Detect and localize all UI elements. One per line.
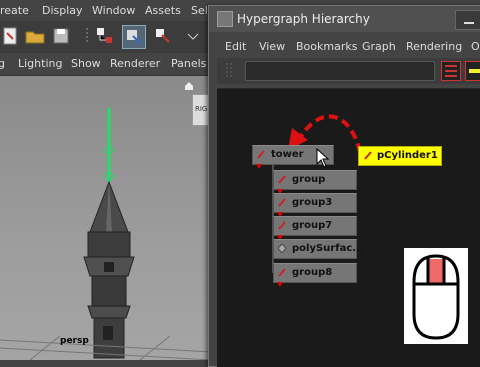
transform-icon bbox=[278, 175, 286, 184]
panel-menu-shading[interactable]: g bbox=[0, 57, 5, 70]
mouse-pointer-icon bbox=[316, 148, 330, 168]
input-output-button[interactable] bbox=[465, 61, 480, 81]
transform-icon bbox=[278, 221, 286, 230]
node-poly-surface-label: polySurfac... bbox=[292, 243, 364, 254]
node-group8-label: group8 bbox=[292, 267, 333, 278]
node-group7-label: group7 bbox=[292, 220, 333, 231]
new-scene-icon[interactable] bbox=[0, 25, 22, 47]
node-group3[interactable]: group3 bbox=[273, 193, 357, 217]
transform-icon bbox=[278, 268, 286, 277]
hypergraph-title: Hypergraph Hierarchy bbox=[237, 12, 370, 26]
node-group[interactable]: group bbox=[273, 170, 357, 194]
node-marker bbox=[256, 164, 262, 169]
transform-icon bbox=[257, 150, 265, 159]
scene-hierarchy-icon bbox=[445, 65, 457, 77]
grip-handle-icon[interactable] bbox=[221, 61, 239, 79]
hypergraph-filter-field[interactable] bbox=[245, 61, 435, 81]
toolbar-dropdown-icon[interactable] bbox=[182, 25, 204, 47]
node-poly-surface[interactable]: polySurfac... bbox=[273, 239, 364, 259]
node-group8[interactable]: group8 bbox=[273, 263, 357, 287]
select-object-icon[interactable] bbox=[122, 25, 146, 49]
hg-menu-view[interactable]: View bbox=[259, 40, 285, 53]
tower-model[interactable] bbox=[0, 76, 212, 360]
hypergraph-toolbar bbox=[217, 58, 480, 84]
hg-menu-rendering[interactable]: Rendering bbox=[406, 40, 462, 53]
panel-menu-renderer[interactable]: Renderer bbox=[110, 57, 160, 70]
node-group-label: group bbox=[292, 174, 326, 185]
tower-upper-body bbox=[87, 231, 131, 258]
home-icon[interactable] bbox=[185, 80, 193, 90]
perspective-viewport[interactable]: RIG bbox=[0, 76, 212, 360]
connections-icon bbox=[469, 69, 480, 73]
node-marker bbox=[277, 282, 283, 287]
panel-menubar: g Lighting Show Renderer Panels bbox=[0, 53, 215, 76]
open-folder-icon[interactable] bbox=[24, 25, 46, 47]
menu-create[interactable]: reate bbox=[0, 4, 29, 17]
mouse-button-hint bbox=[404, 248, 468, 344]
save-icon[interactable] bbox=[50, 25, 72, 47]
hypergraph-titlebar[interactable]: Hypergraph Hierarchy bbox=[209, 6, 480, 32]
panel-menu-panels[interactable]: Panels bbox=[171, 57, 206, 70]
mesh-icon bbox=[278, 244, 286, 253]
middle-button-highlight bbox=[429, 259, 443, 283]
menu-display[interactable]: Display bbox=[42, 4, 83, 17]
hg-menu-edit[interactable]: Edit bbox=[225, 40, 246, 53]
hg-menu-options[interactable]: Op bbox=[471, 40, 480, 53]
hypergraph-menubar: Edit View Bookmarks Graph Rendering Op bbox=[217, 39, 480, 57]
node-pcylinder1-label: pCylinder1 bbox=[377, 150, 438, 161]
menu-assets[interactable]: Assets bbox=[145, 4, 181, 17]
panel-menu-show[interactable]: Show bbox=[71, 57, 101, 70]
tower-window bbox=[104, 262, 114, 272]
select-component-icon[interactable] bbox=[152, 25, 174, 47]
node-pcylinder1[interactable]: pCylinder1 bbox=[358, 146, 442, 166]
app-icon bbox=[217, 11, 233, 27]
minimize-button[interactable] bbox=[455, 10, 480, 30]
hg-menu-bookmarks[interactable]: Bookmarks bbox=[296, 40, 357, 53]
mouse-icon bbox=[412, 254, 460, 340]
transform-icon bbox=[278, 198, 286, 207]
node-group7[interactable]: group7 bbox=[273, 216, 357, 240]
scene-hierarchy-button[interactable] bbox=[441, 61, 461, 81]
transform-icon bbox=[364, 151, 372, 160]
viewport-camera-label: persp bbox=[60, 336, 89, 346]
tower-middle-body bbox=[91, 275, 127, 307]
panel-menu-lighting[interactable]: Lighting bbox=[18, 57, 62, 70]
select-hierarchy-icon[interactable] bbox=[94, 25, 116, 47]
tower-door bbox=[103, 326, 113, 340]
hg-menu-graph[interactable]: Graph bbox=[362, 40, 396, 53]
menu-window[interactable]: Window bbox=[92, 4, 135, 17]
node-group3-label: group3 bbox=[292, 197, 333, 208]
node-tower-label: tower bbox=[271, 149, 304, 160]
view-cube-label: RIG bbox=[195, 105, 208, 113]
tower-lower-ledge bbox=[87, 305, 131, 319]
